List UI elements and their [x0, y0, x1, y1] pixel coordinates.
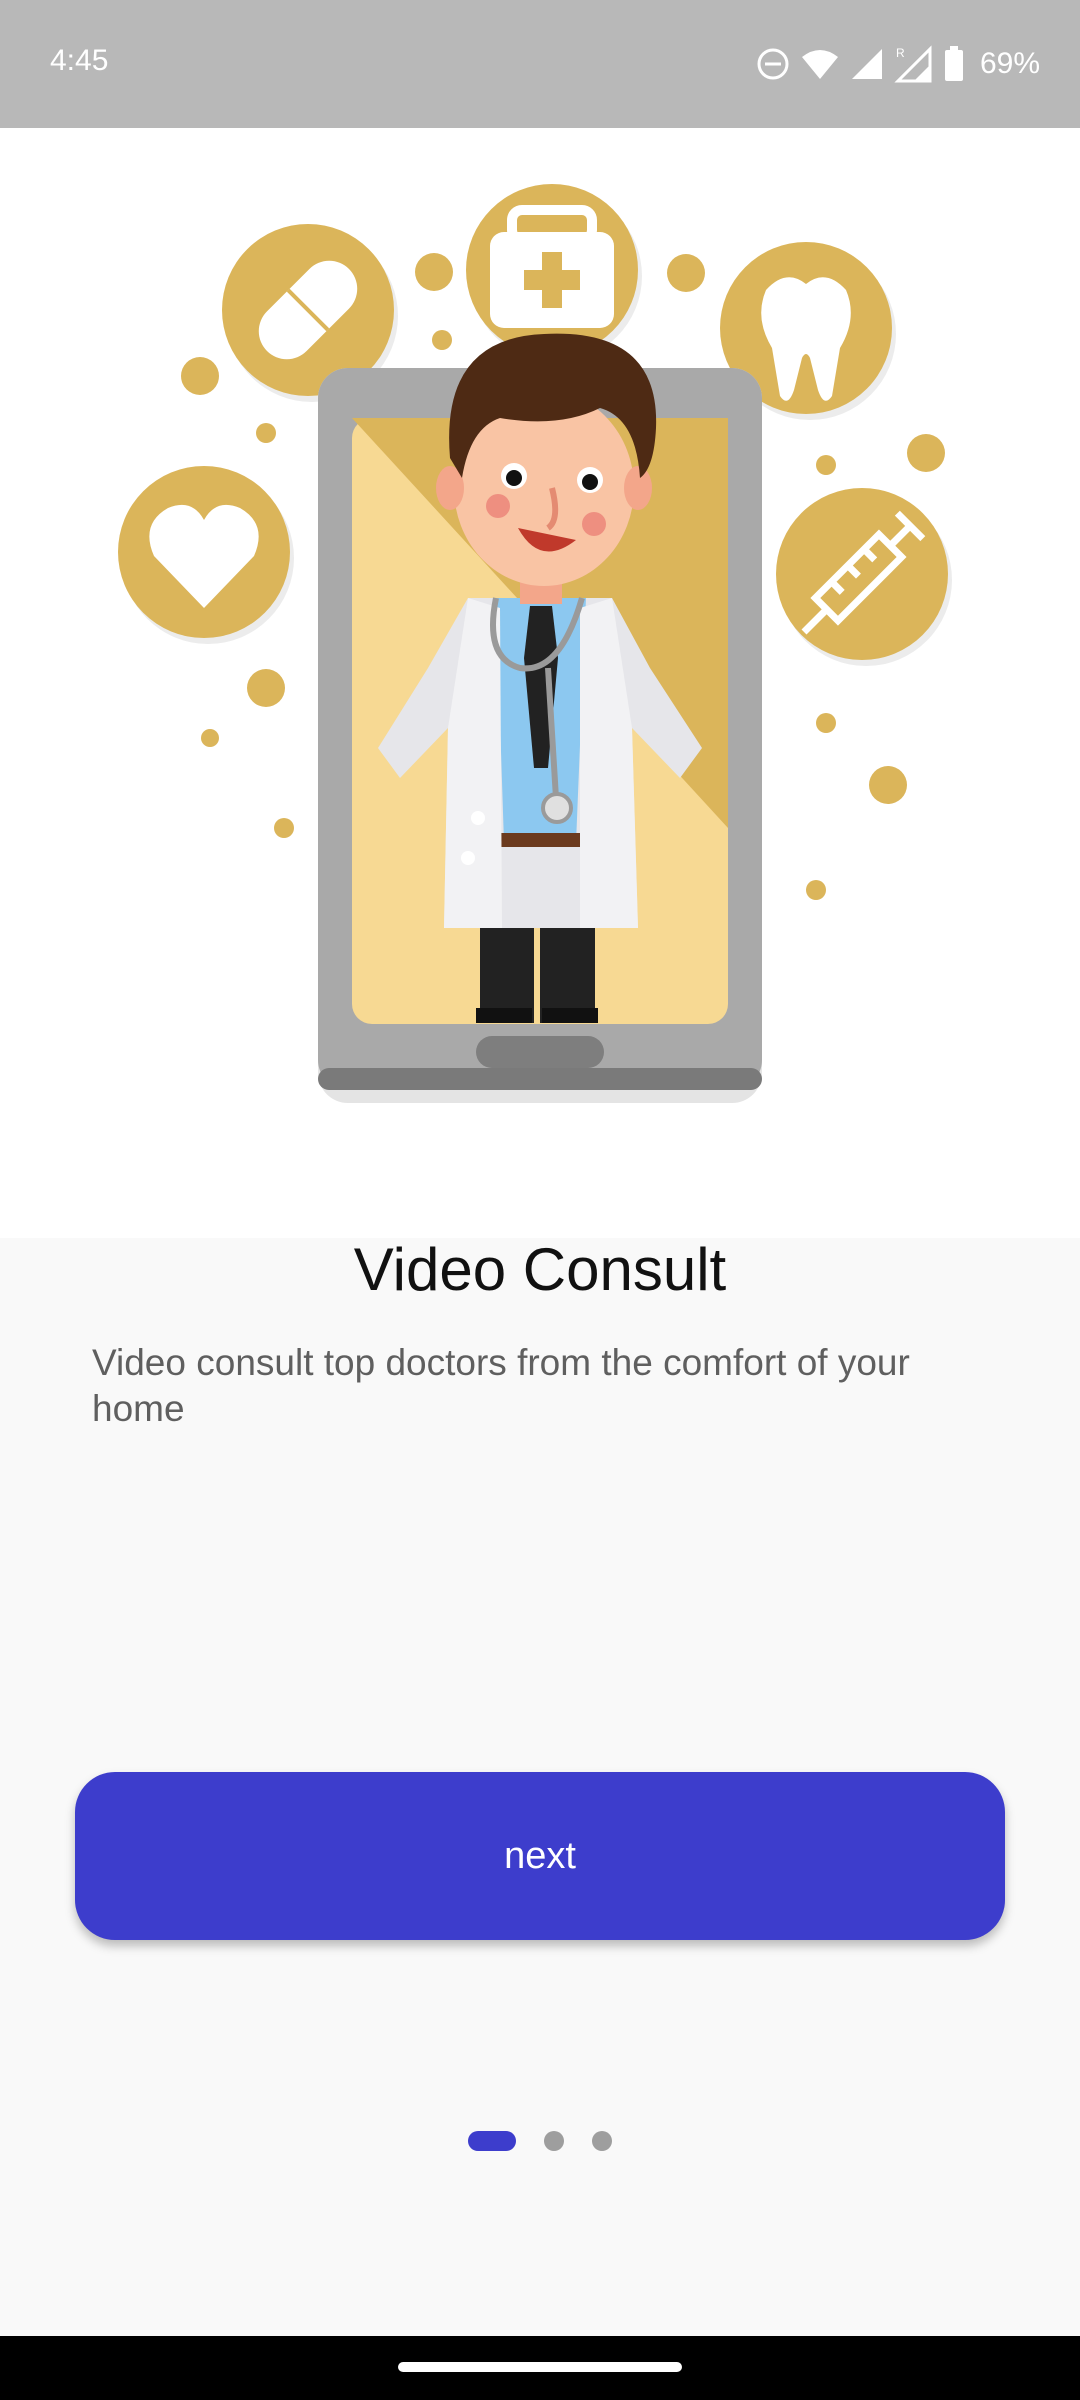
page-indicator — [0, 2131, 1080, 2151]
status-icons: R 69% — [756, 40, 1040, 88]
battery-icon — [944, 46, 963, 81]
home-indicator[interactable] — [398, 2362, 682, 2372]
page-dot-2[interactable] — [544, 2131, 564, 2151]
page-dot-3[interactable] — [592, 2131, 612, 2151]
battery-percentage: 69% — [979, 47, 1040, 80]
page-title: Video Consult — [353, 1236, 727, 1303]
hero-illustration — [0, 128, 1080, 1238]
syringe-icon — [776, 488, 952, 666]
wifi-icon — [801, 50, 838, 79]
next-button[interactable]: next — [75, 1772, 1005, 1940]
heart-icon — [118, 466, 294, 644]
signal-roaming-icon: R — [894, 45, 932, 83]
do-not-disturb-icon — [757, 48, 789, 80]
page-dot-1[interactable] — [468, 2131, 516, 2151]
svg-text:R: R — [896, 46, 905, 60]
status-time: 4:45 — [50, 44, 109, 77]
page-description: Video consult top doctors from the comfo… — [92, 1342, 910, 1429]
status-bar: 4:45 R 69% — [0, 0, 1080, 128]
signal-icon — [851, 49, 882, 79]
navigation-bar — [0, 2336, 1080, 2400]
